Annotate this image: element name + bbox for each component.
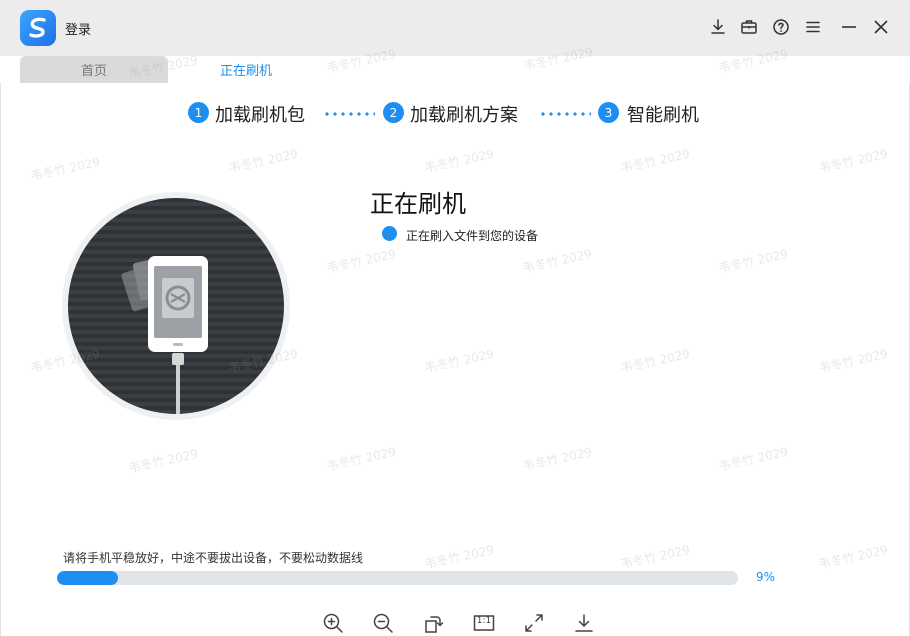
save-icon[interactable]: [572, 612, 596, 634]
phone-flashing-icon: [68, 198, 284, 414]
tab-flashing[interactable]: 正在刷机: [172, 56, 320, 83]
login-link[interactable]: 登录: [65, 19, 91, 38]
zoom-in-icon[interactable]: [321, 612, 345, 634]
zoom-out-icon[interactable]: [371, 612, 395, 634]
step-2-badge: 2: [383, 102, 404, 123]
flash-status-text: 正在刷入文件到您的设备: [406, 227, 538, 244]
progress-fill: [57, 571, 118, 585]
actual-size-icon[interactable]: 1:1: [472, 612, 496, 634]
rotate-icon[interactable]: [421, 612, 445, 634]
flash-title: 正在刷机: [370, 184, 466, 219]
flashing-illustration: [62, 192, 290, 420]
progress-warning: 请将手机平稳放好，中途不要拔出设备，不要松动数据线: [63, 549, 363, 566]
step-connector: [323, 112, 375, 116]
step-1-label: 加载刷机包: [215, 101, 305, 127]
tab-home[interactable]: 首页: [20, 56, 168, 83]
step-indicator: 1 加载刷机包 2 加载刷机方案 3 智能刷机: [0, 100, 910, 126]
download-icon[interactable]: [707, 16, 729, 38]
minimize-icon[interactable]: [838, 16, 860, 38]
app-logo-icon: [20, 10, 56, 46]
step-2-label: 加载刷机方案: [410, 101, 518, 127]
step-connector: [539, 112, 591, 116]
toolbox-icon[interactable]: [738, 16, 760, 38]
step-3-label: 智能刷机: [627, 101, 699, 127]
step-1-badge: 1: [188, 102, 209, 123]
progress-percent: 9%: [756, 570, 775, 584]
help-icon[interactable]: [770, 16, 792, 38]
actual-size-label: 1:1: [472, 616, 496, 626]
illustration-disc: [68, 198, 284, 414]
progress-bar: [57, 571, 738, 585]
title-bar: 登录: [0, 0, 910, 56]
status-indicator-icon: [382, 226, 397, 241]
step-3-badge: 3: [598, 102, 619, 123]
close-icon[interactable]: [870, 16, 892, 38]
fullscreen-icon[interactable]: [522, 612, 546, 634]
menu-icon[interactable]: [802, 16, 824, 38]
